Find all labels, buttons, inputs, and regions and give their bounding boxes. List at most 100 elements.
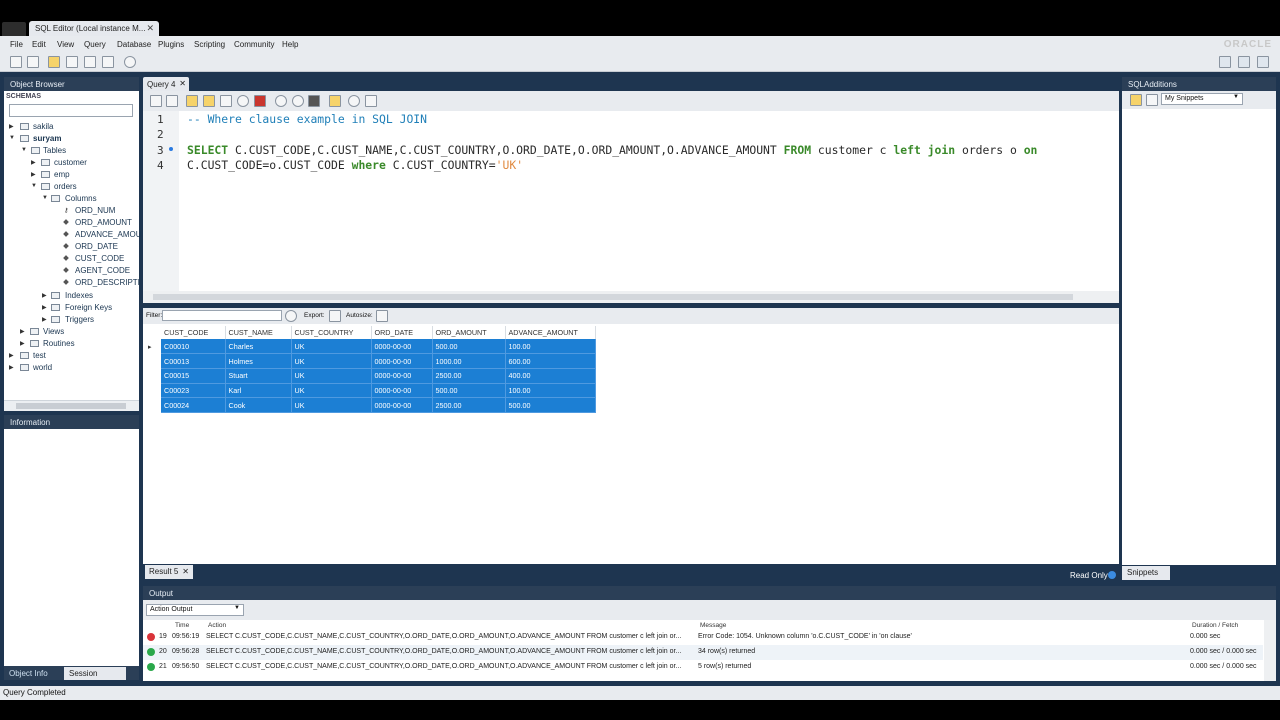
explain-icon[interactable] (220, 95, 232, 107)
remove-snippet-icon[interactable] (1146, 94, 1158, 106)
autosize-icon[interactable] (376, 310, 388, 322)
save-icon[interactable] (166, 95, 178, 107)
rollback-icon[interactable] (292, 95, 304, 107)
cell[interactable]: Karl (225, 383, 292, 399)
table-row[interactable]: C00024 Cook UK 0000-00-00 2500.00 500.00 (145, 397, 596, 413)
column-ord-date[interactable]: ORD_DATE (75, 242, 118, 251)
cell[interactable]: UK (291, 397, 372, 413)
create-view-icon[interactable] (84, 56, 96, 68)
menu-plugins[interactable]: Plugins (158, 40, 184, 49)
close-icon[interactable]: ✕ (182, 567, 189, 576)
sql-editor[interactable] (143, 111, 1119, 291)
expand-views-icon[interactable]: ▶ (20, 328, 25, 335)
info-icon[interactable] (1108, 571, 1116, 579)
collapse-orders-icon[interactable]: ▼ (31, 183, 37, 189)
cell[interactable]: C00013 (161, 353, 226, 369)
filter-input[interactable] (162, 310, 282, 321)
column-advance-amount[interactable]: ADVANCE_AMOU (75, 230, 142, 239)
folder-icon[interactable] (48, 56, 60, 68)
close-icon[interactable]: ✕ (179, 79, 186, 88)
column-ord-description[interactable]: ORD_DESCRIPTIO (75, 278, 139, 287)
cell[interactable]: 0000-00-00 (371, 397, 433, 413)
cell[interactable]: Cook (225, 397, 292, 413)
menu-help[interactable]: Help (282, 40, 298, 49)
new-sql-tab-icon[interactable] (10, 56, 22, 68)
beautify-icon[interactable] (329, 95, 341, 107)
tab-snippets[interactable]: Snippets (1122, 566, 1170, 580)
log-row[interactable]: 21 09:56:50 SELECT C.CUST_CODE,C.CUST_NA… (143, 660, 1263, 675)
tables-node[interactable]: Tables (43, 146, 66, 155)
find-icon[interactable] (348, 95, 360, 107)
cell[interactable]: 500.00 (505, 397, 596, 413)
cell[interactable]: 0000-00-00 (371, 368, 433, 384)
table-customer[interactable]: customer (54, 158, 87, 167)
cell[interactable]: 1000.00 (432, 353, 506, 369)
home-tab[interactable] (2, 22, 26, 36)
tab-object-info[interactable]: Object Info (4, 667, 62, 680)
cell[interactable]: 400.00 (505, 368, 596, 384)
cell[interactable]: UK (291, 353, 372, 369)
menu-file[interactable]: File (10, 40, 23, 49)
column-cust-code[interactable]: CUST_CODE (75, 254, 124, 263)
table-orders[interactable]: orders (54, 182, 77, 191)
col-cust-code[interactable]: CUST_CODE (161, 326, 226, 339)
cell[interactable]: UK (291, 383, 372, 399)
menu-view[interactable]: View (57, 40, 74, 49)
toggle-left-panel-icon[interactable] (1219, 56, 1231, 68)
refresh-icon[interactable] (285, 310, 297, 322)
table-emp[interactable]: emp (54, 170, 70, 179)
schema-world[interactable]: world (33, 363, 52, 372)
cell[interactable]: Charles (225, 339, 292, 355)
col-ord-date[interactable]: ORD_DATE (371, 326, 433, 339)
scroll-thumb[interactable] (16, 403, 126, 409)
collapse-tables-icon[interactable]: ▼ (21, 147, 27, 153)
menu-scripting[interactable]: Scripting (194, 40, 225, 49)
log-row[interactable]: 19 09:56:19 SELECT C.CUST_CODE,C.CUST_NA… (143, 630, 1263, 645)
cell[interactable]: 0000-00-00 (371, 353, 433, 369)
query-tab[interactable]: Query 4 ✕ (143, 77, 189, 91)
cell[interactable]: Stuart (225, 368, 292, 384)
invisible-chars-icon[interactable] (365, 95, 377, 107)
stop-icon[interactable] (237, 95, 249, 107)
table-row[interactable]: C00023 Karl UK 0000-00-00 500.00 100.00 (145, 383, 596, 399)
menu-query[interactable]: Query (84, 40, 106, 49)
col-advance-amount[interactable]: ADVANCE_AMOUNT (505, 326, 596, 339)
scroll-thumb[interactable] (153, 294, 1073, 300)
schema-sakila[interactable]: sakila (33, 122, 53, 131)
open-file-icon[interactable] (150, 95, 162, 107)
open-sql-icon[interactable] (27, 56, 39, 68)
schema-filter-input[interactable] (9, 104, 133, 117)
cell[interactable]: 100.00 (505, 339, 596, 355)
table-row[interactable]: C00015 Stuart UK 0000-00-00 2500.00 400.… (145, 368, 596, 384)
menu-database[interactable]: Database (117, 40, 151, 49)
tab-result[interactable]: Result 5 ✕ (145, 565, 193, 579)
cell[interactable]: C00010 (161, 339, 226, 355)
expand-test-icon[interactable]: ▶ (9, 352, 14, 359)
menu-community[interactable]: Community (234, 40, 274, 49)
schema-suryam[interactable]: suryam (33, 134, 61, 143)
expand-customer-icon[interactable]: ▶ (31, 159, 36, 166)
export-icon[interactable] (329, 310, 341, 322)
cell[interactable]: 100.00 (505, 383, 596, 399)
expand-routines-icon[interactable]: ▶ (20, 340, 25, 347)
expand-indexes-icon[interactable]: ▶ (42, 292, 47, 299)
output-type-select[interactable]: Action Output ▼ (146, 604, 244, 616)
object-browser-hscroll[interactable] (4, 400, 139, 411)
tab-session[interactable]: Session (64, 667, 126, 680)
create-routine-icon[interactable] (102, 56, 114, 68)
cell[interactable]: C00015 (161, 368, 226, 384)
sql-editor-tab[interactable]: SQL Editor (Local instance M... ✕ (29, 21, 159, 36)
execute-icon[interactable] (186, 95, 198, 107)
column-agent-code[interactable]: AGENT_CODE (75, 266, 130, 275)
collapse-columns-icon[interactable]: ▼ (42, 195, 48, 201)
cell[interactable]: 600.00 (505, 353, 596, 369)
cell[interactable]: UK (291, 368, 372, 384)
schema-test[interactable]: test (33, 351, 46, 360)
cell[interactable]: UK (291, 339, 372, 355)
table-row[interactable]: ▸ C00010 Charles UK 0000-00-00 500.00 10… (145, 339, 596, 355)
editor-hscroll[interactable] (143, 291, 1119, 303)
triggers-node[interactable]: Triggers (65, 315, 94, 324)
add-snippet-icon[interactable] (1130, 94, 1142, 106)
col-cust-country[interactable]: CUST_COUNTRY (291, 326, 372, 339)
menu-edit[interactable]: Edit (32, 40, 46, 49)
